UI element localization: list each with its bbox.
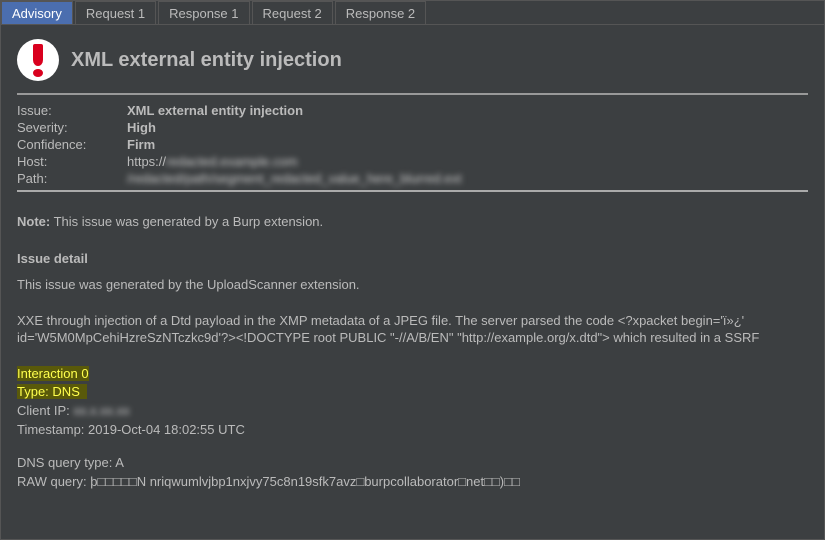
raw-query-label: RAW query: (17, 474, 90, 489)
meta-issue-value: XML external entity injection (127, 103, 808, 118)
tab-advisory[interactable]: Advisory (1, 1, 73, 24)
meta-severity-value: High (127, 120, 808, 135)
path-redacted: /redacted/path/segment_redacted_value_he… (127, 171, 462, 186)
advisory-content: XML external entity injection Issue: XML… (1, 25, 824, 539)
interaction-header: Interaction 0 (17, 366, 89, 381)
tab-request-2[interactable]: Request 2 (252, 1, 333, 24)
divider (17, 93, 808, 95)
issue-title-row: XML external entity injection (17, 39, 808, 93)
host-scheme: https:// (127, 154, 166, 169)
advisory-panel: Advisory Request 1 Response 1 Request 2 … (0, 0, 825, 540)
meta-confidence-value: Firm (127, 137, 808, 152)
detail-line-2: XXE through injection of a Dtd payload i… (17, 312, 808, 347)
tab-bar: Advisory Request 1 Response 1 Request 2 … (1, 1, 824, 25)
issue-meta: Issue: XML external entity injection Sev… (17, 103, 808, 186)
detail-line-1: This issue was generated by the UploadSc… (17, 276, 808, 294)
dns-query-type-value: A (115, 455, 124, 470)
dns-query-type-label: DNS query type: (17, 455, 115, 470)
exclamation-icon (17, 39, 59, 81)
meta-host-value: https://redacted.example.com (127, 154, 808, 169)
interaction-block: Interaction 0 Type: DNS Client IP: xx.x.… (17, 365, 808, 492)
tab-request-1[interactable]: Request 1 (75, 1, 156, 24)
meta-issue-label: Issue: (17, 103, 127, 118)
divider (17, 190, 808, 192)
meta-severity-label: Severity: (17, 120, 127, 135)
client-ip-label: Client IP: (17, 403, 73, 418)
note-label: Note: (17, 214, 50, 229)
host-redacted: redacted.example.com (166, 154, 298, 169)
issue-detail-heading: Issue detail (17, 251, 808, 266)
meta-confidence-label: Confidence: (17, 137, 127, 152)
raw-query-value: þ□□□□□N nriqwumlvjbp1nxjvy75c8n19sfk7avz… (90, 474, 520, 489)
timestamp-value: 2019-Oct-04 18:02:55 UTC (88, 422, 245, 437)
note-text: This issue was generated by a Burp exten… (50, 214, 323, 229)
note-row: Note: This issue was generated by a Burp… (17, 214, 808, 229)
tab-response-2[interactable]: Response 2 (335, 1, 426, 24)
timestamp-label: Timestamp: (17, 422, 88, 437)
tab-response-1[interactable]: Response 1 (158, 1, 249, 24)
issue-title: XML external entity injection (71, 49, 342, 72)
meta-host-label: Host: (17, 154, 127, 169)
meta-path-value: /redacted/path/segment_redacted_value_he… (127, 171, 808, 186)
meta-path-label: Path: (17, 171, 127, 186)
interaction-type: Type: DNS (17, 384, 87, 399)
client-ip-value: xx.x.xx.xx (73, 403, 129, 418)
